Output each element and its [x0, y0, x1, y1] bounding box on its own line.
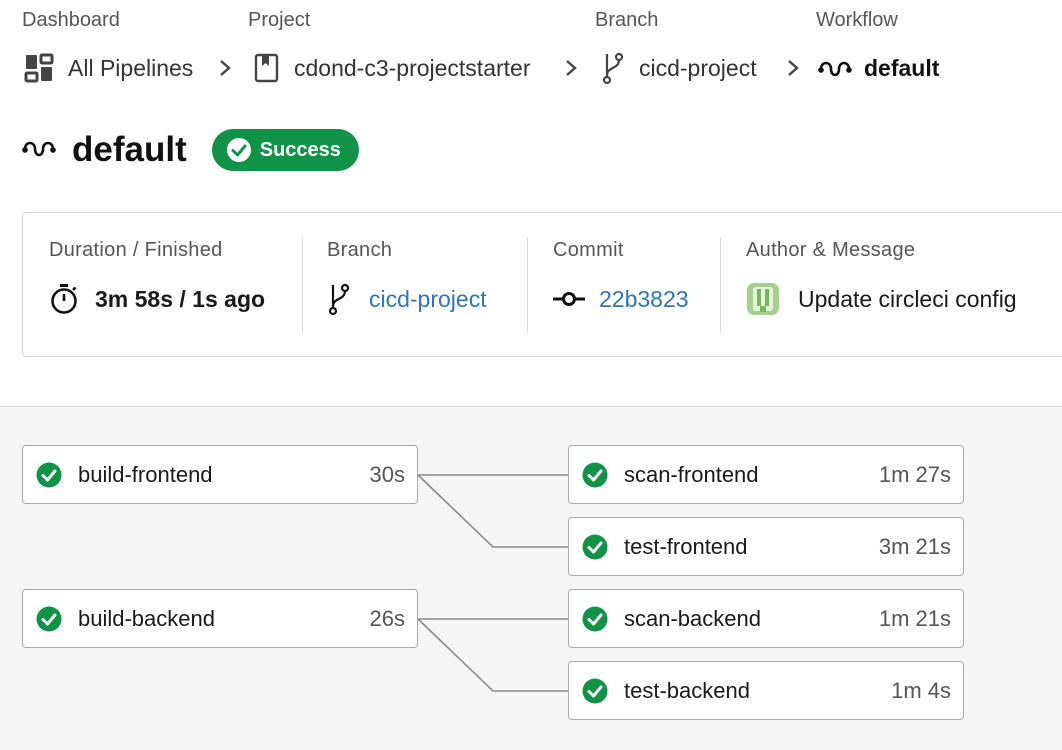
breadcrumb-label-workflow: Workflow: [816, 9, 898, 31]
breadcrumb-workflow-current: default: [818, 50, 939, 86]
branch-label: Branch: [327, 239, 393, 261]
breadcrumb-all-pipelines[interactable]: All Pipelines: [24, 50, 193, 86]
book-icon: [254, 53, 280, 83]
breadcrumb-branch[interactable]: cicd-project: [601, 50, 757, 86]
job-duration: 1m 4s: [891, 677, 951, 703]
page-title: default: [72, 130, 187, 169]
status-badge: Success: [211, 129, 359, 171]
branch-section: Branch cicd-project: [327, 239, 487, 334]
duration-section: Duration / Finished 3m 58s / 1s ago: [49, 239, 265, 334]
breadcrumb-label-project: Project: [248, 9, 311, 31]
job-duration: 1m 27s: [878, 461, 951, 487]
duration-text: 3m 58s / 1s ago: [95, 285, 266, 312]
job-duration: 26s: [369, 605, 405, 631]
stopwatch-icon: [49, 283, 79, 315]
breadcrumb: All Pipelines cdond-c3-projectstarter ci…: [0, 50, 1062, 86]
commit-link[interactable]: 22b3823: [553, 284, 689, 314]
breadcrumb-labels: Dashboard Project Branch Workflow: [0, 9, 1062, 33]
divider: [720, 237, 721, 333]
breadcrumb-item-label: cdond-c3-projectstarter: [294, 54, 531, 81]
status-badge-label: Success: [259, 138, 341, 161]
check-circle-icon: [36, 606, 62, 632]
breadcrumb-item-label: cicd-project: [639, 54, 757, 81]
job-test-frontend[interactable]: test-frontend 3m 21s: [568, 517, 964, 576]
git-branch-icon: [601, 51, 625, 85]
job-duration: 30s: [369, 461, 405, 487]
divider: [527, 237, 528, 333]
job-name: scan-frontend: [624, 461, 759, 487]
check-circle-icon: [226, 137, 252, 163]
job-test-backend[interactable]: test-backend 1m 4s: [568, 661, 964, 720]
workflow-header: default Success: [22, 126, 359, 174]
breadcrumb-item-label: All Pipelines: [68, 54, 194, 81]
job-duration: 3m 21s: [878, 533, 951, 559]
check-circle-icon: [582, 606, 608, 632]
check-circle-icon: [36, 462, 62, 488]
commit-label: Commit: [553, 239, 624, 261]
breadcrumb-item-label: default: [864, 54, 940, 81]
workflow-graph: build-frontend 30s scan-frontend 1m 27s …: [0, 406, 1062, 750]
check-circle-icon: [582, 534, 608, 560]
author-section: Author & Message Update circleci config: [746, 239, 1017, 334]
commit-section: Commit 22b3823: [553, 239, 689, 334]
author-label: Author & Message: [746, 239, 916, 261]
git-commit-icon: [553, 291, 585, 307]
dashboard-grid-icon: [24, 53, 54, 83]
job-name: build-frontend: [78, 461, 213, 487]
check-circle-icon: [582, 678, 608, 704]
job-scan-backend[interactable]: scan-backend 1m 21s: [568, 589, 964, 648]
commit-link-text: 22b3823: [599, 285, 689, 312]
job-build-frontend[interactable]: build-frontend 30s: [22, 445, 418, 504]
branch-link[interactable]: cicd-project: [327, 282, 487, 316]
chevron-right-icon: [216, 58, 234, 83]
job-name: test-frontend: [624, 533, 748, 559]
check-circle-icon: [582, 462, 608, 488]
workflow-icon: [22, 137, 56, 164]
job-duration: 1m 21s: [878, 605, 951, 631]
duration-value: 3m 58s / 1s ago: [49, 284, 265, 314]
author-message: Update circleci config: [746, 282, 1017, 316]
workflow-icon: [818, 57, 852, 79]
branch-link-text: cicd-project: [369, 285, 487, 312]
breadcrumb-label-dashboard: Dashboard: [22, 9, 120, 31]
commit-message-text: Update circleci config: [798, 285, 1017, 312]
job-build-backend[interactable]: build-backend 26s: [22, 589, 418, 648]
chevron-right-icon: [562, 58, 580, 83]
breadcrumb-project[interactable]: cdond-c3-projectstarter: [254, 50, 531, 86]
avatar[interactable]: [746, 282, 780, 316]
workflow-summary-card: Duration / Finished 3m 58s / 1s ago Bran…: [22, 212, 1062, 357]
chevron-right-icon: [784, 58, 802, 83]
divider: [302, 237, 303, 333]
job-name: build-backend: [78, 605, 215, 631]
job-name: test-backend: [624, 677, 750, 703]
job-name: scan-backend: [624, 605, 761, 631]
duration-label: Duration / Finished: [49, 239, 223, 261]
breadcrumb-label-branch: Branch: [595, 9, 659, 31]
job-scan-frontend[interactable]: scan-frontend 1m 27s: [568, 445, 964, 504]
git-branch-icon: [327, 282, 351, 316]
